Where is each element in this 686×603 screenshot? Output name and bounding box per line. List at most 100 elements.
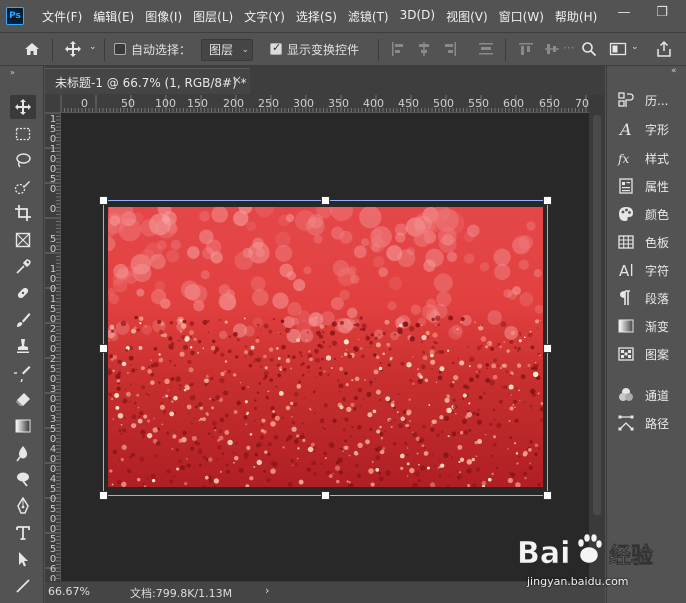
transform-handle-bottom[interactable] — [321, 491, 330, 500]
panel-label: 样式 — [645, 151, 670, 166]
transform-handle-left[interactable] — [99, 344, 108, 353]
transform-handle-bottom-right[interactable] — [543, 491, 552, 500]
transform-handle-top-left[interactable] — [99, 196, 108, 205]
show-transform-label: 显示变换控件 — [287, 43, 360, 57]
marquee-tool-icon[interactable] — [10, 122, 36, 146]
history-brush-tool-icon[interactable] — [10, 361, 36, 385]
menu-item-10[interactable]: 帮助(H) — [551, 8, 601, 25]
align-top-icon[interactable] — [518, 41, 534, 57]
panel-character[interactable]: A 字符 — [617, 259, 669, 281]
svg-text:fx: fx — [617, 152, 629, 166]
pen-tool-icon[interactable] — [10, 494, 36, 518]
align-vcenter-icon[interactable] — [544, 41, 560, 57]
transform-handle-bottom-left[interactable] — [99, 491, 108, 500]
crop-tool-icon[interactable] — [10, 201, 36, 225]
panel-history[interactable]: 历... — [617, 89, 668, 111]
menu-bar: Ps 文件(F) 编辑(E) 图像(I) 图层(L) 文字(Y) 选择(S) 滤镜(T) 3D… — [0, 0, 686, 32]
transform-handle-top[interactable] — [321, 196, 330, 205]
panel-swatches[interactable]: 色板 — [617, 231, 669, 253]
frame-tool-icon[interactable] — [10, 228, 36, 252]
gradient-tool-icon[interactable] — [10, 414, 36, 438]
restore-button[interactable]: ❐ — [644, 0, 680, 24]
show-transform-checkbox[interactable] — [270, 41, 282, 55]
transform-handle-right[interactable] — [543, 344, 552, 353]
eraser-tool-icon[interactable] — [10, 388, 36, 412]
status-bar: 66.67% 文档:799.8K/1.13M › — [45, 581, 605, 603]
menu-item-3[interactable]: 图层(L) — [189, 8, 237, 25]
type-tool-icon[interactable] — [10, 521, 36, 545]
paths-icon — [618, 415, 634, 431]
panel-label: 字符 — [645, 263, 670, 278]
ruler-origin[interactable] — [45, 95, 61, 113]
auto-select-target-dropdown[interactable]: 图层 ⌄ — [201, 39, 253, 61]
home-icon[interactable] — [23, 40, 41, 58]
transform-handle-top-right[interactable] — [543, 196, 552, 205]
clone-stamp-tool-icon[interactable] — [10, 334, 36, 358]
menu-item-9[interactable]: 窗口(W) — [495, 8, 548, 25]
panel-channels[interactable]: 通道 — [617, 384, 669, 406]
align-right-icon[interactable] — [442, 41, 458, 57]
canvas-area[interactable] — [61, 113, 589, 581]
zoom-level[interactable]: 66.67% — [48, 585, 90, 598]
ruler-label: 350 — [328, 97, 349, 110]
panel-paragraph[interactable]: 段落 — [617, 287, 669, 309]
minimize-button[interactable]: — — [606, 0, 642, 24]
panel-styles[interactable]: fx 样式 — [617, 147, 669, 169]
ruler-label: 1 0 0 — [49, 264, 57, 295]
path-select-tool-icon[interactable] — [10, 547, 36, 571]
document-tab[interactable]: 未标题-1 @ 66.7% (1, RGB/8#) * × — [45, 68, 250, 94]
close-tab-icon[interactable]: × — [232, 73, 242, 87]
ruler-label: 150 — [187, 97, 208, 110]
menu-item-5[interactable]: 选择(S) — [292, 8, 341, 25]
vertical-scrollbar[interactable] — [589, 95, 605, 581]
chevron-down-icon[interactable]: ⌄ — [631, 42, 639, 52]
properties-icon — [619, 178, 633, 194]
move-tool-icon[interactable] — [10, 95, 36, 119]
scrollbar-thumb[interactable] — [593, 115, 601, 515]
menu-item-8[interactable]: 视图(V) — [442, 8, 492, 25]
panel-patterns[interactable]: 图案 — [617, 343, 669, 365]
menu-item-7[interactable]: 3D(D) — [396, 8, 439, 25]
menu-item-0[interactable]: 文件(F) — [38, 8, 86, 25]
distribute-vertical-icon[interactable] — [478, 41, 494, 57]
collapse-toolbar-icon[interactable]: » — [10, 68, 15, 77]
panel-properties[interactable]: 属性 — [617, 175, 669, 197]
menu-item-4[interactable]: 文字(Y) — [240, 8, 289, 25]
search-icon[interactable] — [581, 41, 597, 57]
eyedropper-tool-icon[interactable] — [10, 255, 36, 279]
ruler-label: 650 — [539, 97, 560, 110]
align-hcenter-icon[interactable] — [416, 41, 432, 57]
menu-item-1[interactable]: 编辑(E) — [89, 8, 138, 25]
character-icon: A — [619, 262, 633, 279]
expand-panels-icon[interactable]: « — [671, 66, 677, 76]
menu-item-2[interactable]: 图像(I) — [141, 8, 186, 25]
healing-brush-tool-icon[interactable] — [10, 281, 36, 305]
align-left-icon[interactable] — [390, 41, 406, 57]
horizontal-ruler[interactable]: 0 50 100 150 200 250 300 350 400 450 500 550 600 650 7… — [61, 95, 589, 113]
styles-icon: fx — [617, 152, 629, 166]
auto-select-checkbox[interactable] — [114, 43, 126, 55]
glitter-photo[interactable] — [108, 207, 543, 487]
panel-paths[interactable]: 路径 — [617, 412, 669, 434]
swatches-icon — [618, 235, 634, 249]
lasso-tool-icon[interactable] — [10, 148, 36, 172]
dodge-tool-icon[interactable] — [10, 467, 36, 491]
panel-label: 渐变 — [645, 319, 670, 334]
panel-glyphs[interactable]: A 字形 — [617, 118, 669, 140]
status-menu-arrow-icon[interactable]: › — [265, 584, 269, 597]
menu-item-6[interactable]: 滤镜(T) — [344, 8, 393, 25]
more-align-icon[interactable]: ··· — [563, 41, 574, 55]
panel-gradients[interactable]: 渐变 — [617, 315, 669, 337]
ruler-label: 70 — [575, 97, 589, 110]
panel-color[interactable]: 颜色 — [617, 203, 669, 225]
chevron-down-icon[interactable]: ⌄ — [89, 42, 97, 52]
brush-tool-icon[interactable] — [10, 308, 36, 332]
workspace-icon[interactable] — [609, 41, 627, 57]
glitter-bokeh-image — [108, 207, 543, 487]
share-icon[interactable] — [655, 40, 673, 58]
quick-select-tool-icon[interactable] — [10, 175, 36, 199]
blur-tool-icon[interactable] — [10, 441, 36, 465]
move-icon[interactable] — [64, 40, 82, 58]
vertical-ruler[interactable]: 1 5 01 0 05 005 01 0 01 5 02 0 02 5 03 0… — [45, 113, 61, 581]
line-tool-icon[interactable] — [10, 574, 36, 598]
